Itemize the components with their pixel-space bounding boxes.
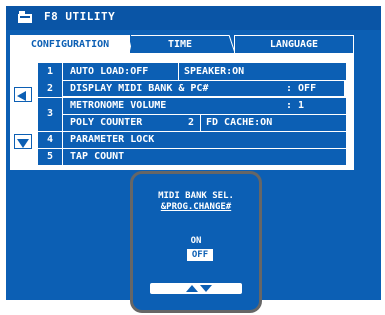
table-row[interactable]: 3 METRONOME VOLUME : 1 POLY COUNTER 2 FD… <box>38 97 346 132</box>
speaker-setting[interactable]: SPEAKER:ON <box>184 63 244 80</box>
tab-time[interactable]: TIME <box>131 35 229 54</box>
row-number: 5 <box>38 148 63 165</box>
tap-count-setting[interactable]: TAP COUNT <box>70 148 124 165</box>
up-down-arrows-icon <box>186 285 212 292</box>
fd-cache-setting[interactable]: FD CACHE:ON <box>206 114 272 131</box>
popup-title: MIDI BANK SEL. <box>158 191 234 201</box>
configuration-panel: 1 AUTO LOAD:OFF SPEAKER:ON 2 DISPLAY MID… <box>10 53 354 170</box>
divider <box>178 63 179 80</box>
settings-table: 1 AUTO LOAD:OFF SPEAKER:ON 2 DISPLAY MID… <box>38 63 346 165</box>
table-row[interactable]: 1 AUTO LOAD:OFF SPEAKER:ON <box>38 63 346 81</box>
option-off-selected[interactable]: OFF <box>187 249 213 261</box>
table-row-selected[interactable]: 2 DISPLAY MIDI BANK & PC# : OFF <box>38 80 346 98</box>
value-popup: MIDI BANK SEL. &PROG.CHANGE# ON OFF <box>130 171 262 313</box>
title-bar: F8 UTILITY <box>6 6 381 30</box>
poly-counter-setting[interactable]: POLY COUNTER <box>70 114 142 131</box>
row-number: 2 <box>38 80 63 97</box>
folder-icon <box>18 11 32 23</box>
row-number: 4 <box>38 131 63 148</box>
parameter-lock-setting[interactable]: PARAMETER LOCK <box>70 131 154 148</box>
metronome-volume-setting[interactable]: METRONOME VOLUME <box>70 97 166 114</box>
arrow-up-icon <box>17 91 26 101</box>
metronome-volume-value[interactable]: : 1 <box>286 97 304 114</box>
table-row[interactable]: 4 PARAMETER LOCK <box>38 131 346 149</box>
popup-subtitle: &PROG.CHANGE# <box>160 202 232 212</box>
display-midi-bank-value[interactable]: : OFF <box>286 80 316 97</box>
poly-counter-value[interactable]: 2 <box>188 114 194 131</box>
row-number: 1 <box>38 63 63 80</box>
row-number: 3 <box>38 97 63 131</box>
tab-configuration[interactable]: CONFIGURATION <box>10 35 130 55</box>
value-stepper-button[interactable] <box>150 283 242 294</box>
option-on[interactable]: ON <box>133 236 259 246</box>
page-title: F8 UTILITY <box>44 10 116 23</box>
page-down-button[interactable] <box>14 134 32 149</box>
tab-language[interactable]: LANGUAGE <box>234 35 354 54</box>
page-up-button[interactable] <box>14 87 32 102</box>
display-midi-bank-setting[interactable]: DISPLAY MIDI BANK & PC# <box>70 80 208 97</box>
auto-load-setting[interactable]: AUTO LOAD:OFF <box>70 63 148 80</box>
divider <box>200 114 201 131</box>
table-row[interactable]: 5 TAP COUNT <box>38 148 346 165</box>
arrow-down-icon <box>17 139 29 148</box>
